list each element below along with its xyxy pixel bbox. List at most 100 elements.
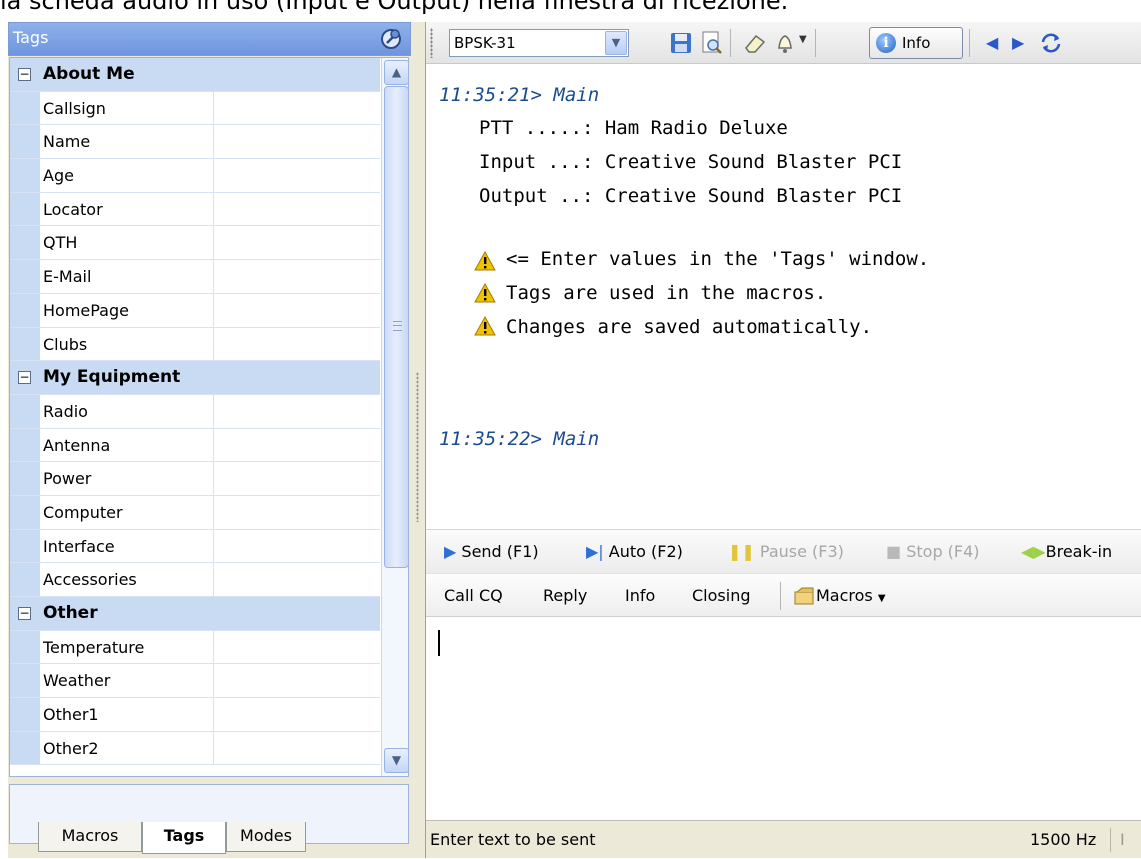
scroll-up-icon[interactable]: ▲: [384, 60, 408, 85]
warning-icon: [474, 283, 496, 303]
tag-value[interactable]: [214, 530, 380, 563]
status-text: Enter text to be sent: [430, 830, 596, 849]
prev-arrow-icon[interactable]: ◀: [986, 33, 998, 52]
bell-dropdown-icon[interactable]: ▼: [799, 34, 807, 45]
receive-timestamp: 11:35:21> Main: [439, 84, 600, 106]
macro-reply[interactable]: Reply: [543, 586, 587, 605]
tag-value[interactable]: [214, 395, 380, 428]
mode-select[interactable]: BPSK-31 ▼: [449, 29, 629, 57]
tags-panel-title: Tags: [13, 28, 49, 47]
tag-row-temperature[interactable]: Temperature: [10, 630, 380, 665]
category-label: Other: [40, 597, 380, 630]
tag-value[interactable]: [214, 732, 380, 765]
next-arrow-icon[interactable]: ▶: [1012, 33, 1024, 52]
tag-row-antenna[interactable]: Antenna: [10, 428, 380, 463]
tag-value[interactable]: [214, 496, 380, 529]
row-gutter: [10, 192, 40, 226]
print-preview-icon[interactable]: [698, 30, 724, 56]
frequency-readout: 1500 Hz: [1030, 830, 1097, 849]
category-other[interactable]: − Other: [10, 597, 380, 631]
tags-vertical-scrollbar[interactable]: ▲ ▼: [381, 58, 408, 776]
splitter-grip-icon: [416, 372, 419, 522]
info-button-label: Info: [902, 34, 931, 52]
tag-value[interactable]: [214, 698, 380, 731]
tag-row-homepage[interactable]: HomePage: [10, 293, 380, 328]
tag-row-other1[interactable]: Other1: [10, 698, 380, 732]
tag-value[interactable]: [214, 328, 380, 361]
pause-label: Pause (F3): [759, 542, 844, 561]
warning-icon: [474, 316, 496, 336]
send-button[interactable]: ▶ Send (F1): [444, 542, 539, 561]
tag-key: Other1: [40, 698, 214, 731]
tag-value[interactable]: [214, 159, 380, 192]
stop-button[interactable]: ■ Stop (F4): [886, 542, 980, 561]
tag-value[interactable]: [214, 664, 380, 697]
mode-select-value: BPSK-31: [454, 34, 516, 52]
main-pane: BPSK-31 ▼ ▼ i Info ◀ ▶ 11:35:21> Main PT…: [425, 22, 1141, 858]
pin-icon[interactable]: [378, 25, 404, 51]
tag-row-clubs[interactable]: Clubs: [10, 327, 380, 362]
tag-value[interactable]: [214, 462, 380, 495]
tag-row-age[interactable]: Age: [10, 159, 380, 193]
collapse-icon[interactable]: −: [18, 607, 31, 620]
tag-key: E-Mail: [40, 260, 214, 293]
tag-value[interactable]: [214, 193, 380, 226]
chevron-down-icon[interactable]: ▼: [605, 31, 627, 55]
tab-macros[interactable]: Macros: [38, 822, 142, 852]
tag-row-callsign[interactable]: Callsign: [10, 91, 380, 126]
top-toolbar: BPSK-31 ▼ ▼ i Info ◀ ▶: [426, 22, 1141, 64]
macro-info[interactable]: Info: [625, 586, 655, 605]
pause-button[interactable]: ❚❚ Pause (F3): [728, 542, 844, 561]
tag-row-interface[interactable]: Interface: [10, 529, 380, 564]
tag-row-power[interactable]: Power: [10, 462, 380, 496]
tag-value[interactable]: [214, 294, 380, 327]
tag-row-radio[interactable]: Radio: [10, 394, 380, 429]
pane-splitter[interactable]: [411, 22, 425, 858]
toolbar-separator: [780, 582, 781, 610]
refresh-icon[interactable]: [1038, 30, 1064, 56]
tag-value[interactable]: [214, 429, 380, 462]
tag-row-other2[interactable]: Other2: [10, 731, 380, 766]
tag-value[interactable]: [214, 226, 380, 259]
break-in-button[interactable]: ◀▶Break-in: [1021, 542, 1112, 561]
tag-row-locator[interactable]: Locator: [10, 192, 380, 227]
macro-closing[interactable]: Closing: [692, 586, 750, 605]
stop-icon: ■: [886, 542, 902, 561]
tag-row-weather[interactable]: Weather: [10, 664, 380, 699]
category-my-equipment[interactable]: − My Equipment: [10, 361, 380, 395]
collapse-icon[interactable]: −: [18, 371, 31, 385]
receive-window[interactable]: 11:35:21> Main PTT .....: Ham Radio Delu…: [426, 65, 1141, 529]
receive-warning-line: Tags are used in the macros.: [506, 282, 827, 304]
tab-modes[interactable]: Modes: [226, 822, 306, 852]
tag-value[interactable]: [214, 631, 380, 664]
tag-row-accessories[interactable]: Accessories: [10, 563, 380, 597]
tag-row-computer[interactable]: Computer: [10, 495, 380, 530]
category-about-me[interactable]: − About Me: [10, 58, 380, 92]
tag-row-email[interactable]: E-Mail: [10, 260, 380, 294]
tag-row-name[interactable]: Name: [10, 125, 380, 160]
macros-label: Macros: [816, 586, 873, 605]
macro-call-cq[interactable]: Call CQ: [444, 586, 503, 605]
tag-value[interactable]: [214, 260, 380, 293]
tab-tags[interactable]: Tags: [142, 822, 226, 854]
info-button[interactable]: i Info: [869, 27, 963, 59]
tag-row-qth[interactable]: QTH: [10, 226, 380, 261]
scroll-thumb[interactable]: [384, 86, 408, 568]
tags-property-grid: − About Me Callsign Name Age Locator QTH…: [9, 57, 409, 777]
transmit-text-area[interactable]: [426, 618, 1141, 820]
bell-icon[interactable]: [772, 30, 798, 56]
save-icon[interactable]: [668, 30, 694, 56]
scroll-down-icon[interactable]: ▼: [384, 748, 408, 773]
tag-key: Locator: [40, 192, 214, 226]
eraser-icon[interactable]: [742, 30, 768, 56]
tag-value[interactable]: [214, 125, 380, 158]
collapse-icon[interactable]: −: [18, 68, 31, 81]
tag-key: Interface: [40, 529, 214, 563]
tag-value[interactable]: [214, 563, 380, 596]
row-gutter: [10, 731, 40, 765]
category-label: My Equipment: [40, 361, 380, 394]
auto-button[interactable]: ▶| Auto (F2): [586, 542, 683, 561]
tag-value[interactable]: [214, 92, 380, 125]
macros-dropdown-button[interactable]: Macros ▼: [794, 586, 886, 606]
receive-line: PTT .....: Ham Radio Deluxe: [479, 117, 788, 139]
